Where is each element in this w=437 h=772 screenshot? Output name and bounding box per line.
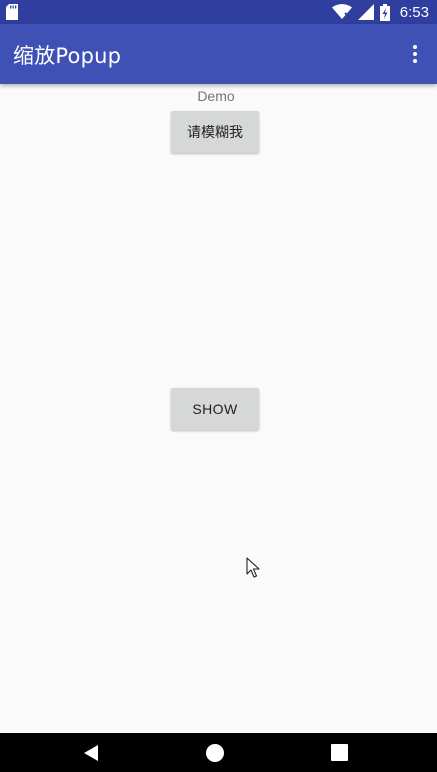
blur-me-button[interactable]: 请模糊我	[171, 111, 259, 153]
back-icon[interactable]	[82, 744, 100, 762]
app-bar: 缩放Popup	[0, 24, 437, 84]
sd-card-icon	[6, 4, 18, 20]
battery-icon	[379, 3, 390, 21]
wifi-icon	[331, 4, 352, 20]
home-icon[interactable]	[206, 744, 224, 762]
clock: 6:53	[399, 3, 429, 21]
status-bar: 6:53	[0, 0, 437, 24]
demo-label: Demo	[197, 88, 235, 104]
app-title: 缩放Popup	[13, 44, 122, 68]
cursor-icon	[246, 557, 260, 578]
more-vert-icon[interactable]	[401, 38, 429, 70]
screen: 6:53 缩放Popup Demo 请模糊我 SHOW	[0, 0, 437, 772]
show-button[interactable]: SHOW	[171, 388, 259, 430]
status-icons: 6:53	[331, 2, 429, 22]
navigation-bar	[0, 733, 437, 772]
recents-icon[interactable]	[331, 744, 348, 761]
cell-signal-icon	[357, 4, 374, 20]
